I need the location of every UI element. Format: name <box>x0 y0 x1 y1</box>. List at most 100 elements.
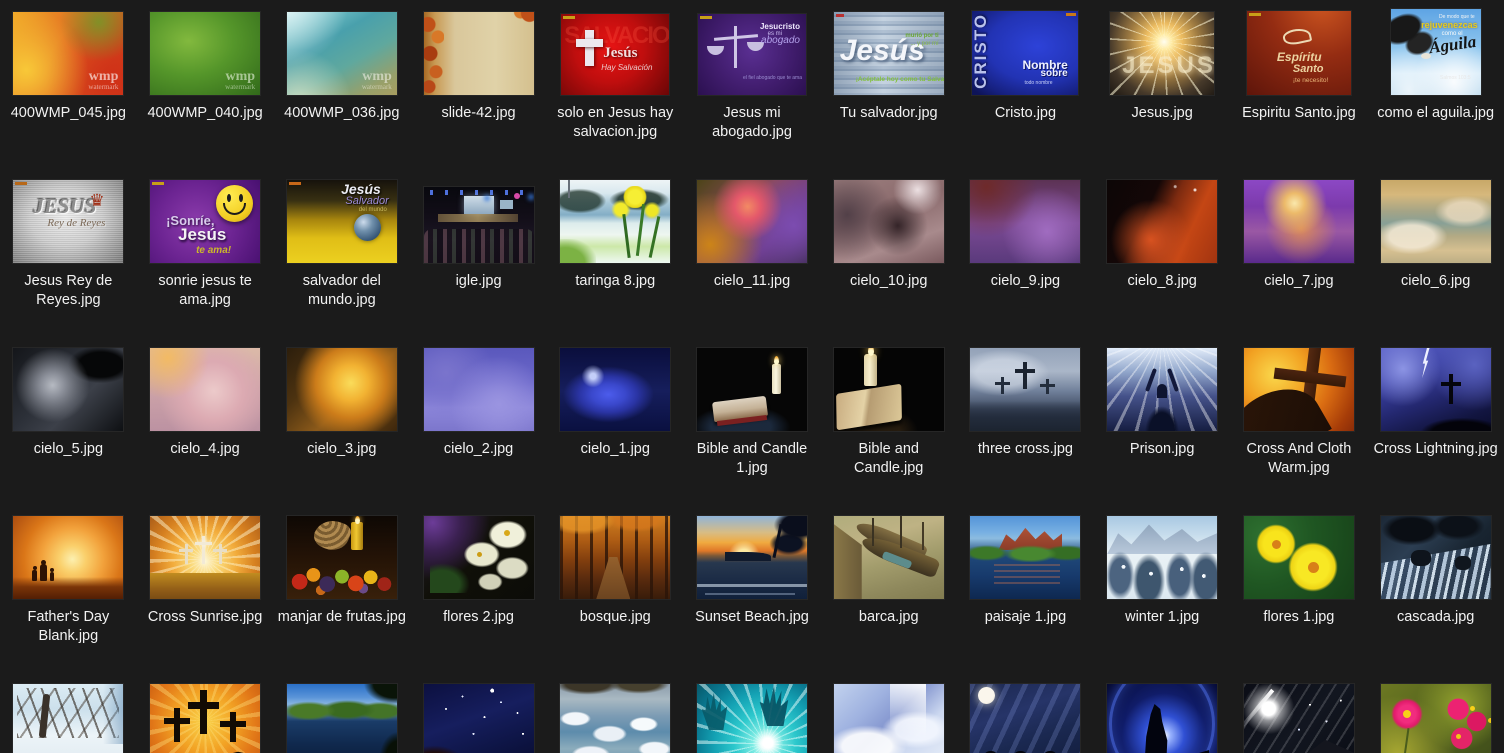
file-item[interactable]: cielo_2.jpg <box>410 336 547 504</box>
file-name[interactable]: Tu salvador.jpg <box>840 104 938 123</box>
file-item[interactable]: Father's Day Blank.jpg <box>0 504 137 672</box>
file-item[interactable] <box>957 672 1094 753</box>
file-name[interactable]: Jesus.jpg <box>1132 104 1193 123</box>
file-item[interactable]: wmpwatermark 400WMP_040.jpg <box>137 0 274 168</box>
file-item[interactable] <box>273 672 410 753</box>
file-thumbnail[interactable] <box>970 348 1080 431</box>
file-name[interactable]: cielo_4.jpg <box>170 440 239 459</box>
file-name[interactable]: Cross And Cloth Warm.jpg <box>1233 440 1365 478</box>
file-name[interactable]: cielo_9.jpg <box>991 272 1060 291</box>
file-item[interactable] <box>1367 672 1504 753</box>
file-name[interactable]: cascada.jpg <box>1397 608 1474 627</box>
file-thumbnail[interactable] <box>150 348 260 431</box>
file-thumbnail[interactable] <box>424 348 534 431</box>
file-item[interactable]: CRISTONombresobretodo nombre Cristo.jpg <box>957 0 1094 168</box>
file-name[interactable]: Father's Day Blank.jpg <box>2 608 134 646</box>
file-name[interactable]: manjar de frutas.jpg <box>278 608 406 627</box>
file-item[interactable]: Bible and Candle.jpg <box>820 336 957 504</box>
file-item[interactable]: flores 1.jpg <box>1231 504 1368 672</box>
file-name[interactable]: taringa 8.jpg <box>575 272 655 291</box>
file-item[interactable]: cascada.jpg <box>1367 504 1504 672</box>
file-thumbnail[interactable] <box>970 180 1080 263</box>
file-thumbnail[interactable] <box>424 187 534 263</box>
file-thumbnail[interactable]: JESUS <box>1110 12 1214 95</box>
file-thumbnail[interactable]: wmpwatermark <box>150 12 260 95</box>
file-thumbnail[interactable] <box>150 516 260 599</box>
file-name[interactable]: cielo_7.jpg <box>1264 272 1333 291</box>
file-item[interactable]: cielo_9.jpg <box>957 168 1094 336</box>
file-item[interactable]: JesúsSalvadordel mundo salvador del mund… <box>273 168 410 336</box>
file-thumbnail[interactable] <box>970 516 1080 599</box>
file-name[interactable]: barca.jpg <box>859 608 919 627</box>
file-item[interactable]: bosque.jpg <box>547 504 684 672</box>
file-name[interactable]: salvador del mundo.jpg <box>276 272 408 310</box>
file-name[interactable]: flores 1.jpg <box>1263 608 1334 627</box>
file-thumbnail[interactable] <box>1244 516 1354 599</box>
file-name[interactable]: 400WMP_045.jpg <box>11 104 126 123</box>
file-item[interactable]: EspírituSanto¡te necesito! Espiritu Sant… <box>1231 0 1368 168</box>
file-item[interactable]: cielo_4.jpg <box>137 336 274 504</box>
file-name[interactable]: cielo_5.jpg <box>34 440 103 459</box>
file-item[interactable]: paisaje 1.jpg <box>957 504 1094 672</box>
file-name[interactable]: igle.jpg <box>456 272 502 291</box>
file-thumbnail[interactable]: SALVACIONJesúsHay Salvación <box>561 14 669 95</box>
file-item[interactable]: three cross.jpg <box>957 336 1094 504</box>
file-thumbnail[interactable] <box>1244 180 1354 263</box>
file-name[interactable]: 400WMP_040.jpg <box>147 104 262 123</box>
file-thumbnail[interactable] <box>970 684 1080 753</box>
file-item[interactable]: igle.jpg <box>410 168 547 336</box>
file-thumbnail[interactable] <box>1107 180 1217 263</box>
file-item[interactable]: cielo_11.jpg <box>684 168 821 336</box>
file-thumbnail[interactable] <box>1107 516 1217 599</box>
file-name[interactable]: Espiritu Santo.jpg <box>1242 104 1356 123</box>
file-item[interactable]: cielo_3.jpg <box>273 336 410 504</box>
file-item[interactable]: JESUS♛Rey de Reyes Jesus Rey de Reyes.jp… <box>0 168 137 336</box>
file-thumbnail[interactable]: ¡Sonríe,Jesúste ama! <box>150 180 260 263</box>
file-thumbnail[interactable]: EspírituSanto¡te necesito! <box>1247 11 1351 95</box>
file-thumbnail[interactable] <box>1381 684 1491 753</box>
file-item[interactable]: flores 2.jpg <box>410 504 547 672</box>
file-item[interactable] <box>410 672 547 753</box>
file-thumbnail[interactable] <box>1107 684 1217 753</box>
file-name[interactable]: solo en Jesus hay salvacion.jpg <box>549 104 681 142</box>
file-thumbnail[interactable] <box>697 180 807 263</box>
file-name[interactable]: cielo_11.jpg <box>714 272 790 291</box>
file-thumbnail[interactable] <box>697 684 807 753</box>
file-name[interactable]: winter 1.jpg <box>1125 608 1199 627</box>
file-item[interactable]: Cross Sunrise.jpg <box>137 504 274 672</box>
file-thumbnail[interactable] <box>834 516 944 599</box>
file-thumbnail[interactable] <box>1107 348 1217 431</box>
file-name[interactable]: Prison.jpg <box>1130 440 1194 459</box>
file-item[interactable] <box>820 672 957 753</box>
file-thumbnail[interactable] <box>560 348 670 431</box>
file-thumbnail[interactable] <box>150 684 260 753</box>
file-item[interactable]: cielo_5.jpg <box>0 336 137 504</box>
file-thumbnail[interactable]: CRISTONombresobretodo nombre <box>972 11 1078 95</box>
file-item[interactable]: Sunset Beach.jpg <box>684 504 821 672</box>
file-name[interactable]: bosque.jpg <box>580 608 651 627</box>
file-item[interactable] <box>1094 672 1231 753</box>
file-thumbnail[interactable]: JESUS♛Rey de Reyes <box>13 180 123 263</box>
file-item[interactable]: Cross And Cloth Warm.jpg <box>1231 336 1368 504</box>
file-name[interactable]: Bible and Candle.jpg <box>823 440 955 478</box>
file-item[interactable]: Prison.jpg <box>1094 336 1231 504</box>
file-item[interactable]: wmpwatermark 400WMP_045.jpg <box>0 0 137 168</box>
file-thumbnail[interactable] <box>1381 516 1491 599</box>
file-thumbnail[interactable] <box>1381 348 1491 431</box>
file-thumbnail[interactable]: De modo que terejuvenezcascomo elÁguilaS… <box>1391 9 1481 95</box>
file-thumbnail[interactable] <box>287 516 397 599</box>
file-item[interactable]: manjar de frutas.jpg <box>273 504 410 672</box>
file-item[interactable]: Jesucristoes miabogadoel fiel abogado qu… <box>684 0 821 168</box>
file-name[interactable]: flores 2.jpg <box>443 608 514 627</box>
file-item[interactable]: Bible and Candle 1.jpg <box>684 336 821 504</box>
file-name[interactable]: sonrie jesus te ama.jpg <box>139 272 271 310</box>
file-thumbnail[interactable] <box>1244 348 1354 431</box>
file-thumbnail[interactable] <box>834 180 944 263</box>
file-name[interactable]: Cristo.jpg <box>995 104 1056 123</box>
file-name[interactable]: three cross.jpg <box>978 440 1073 459</box>
file-name[interactable]: cielo_3.jpg <box>307 440 376 459</box>
file-thumbnail[interactable] <box>560 684 670 753</box>
file-thumbnail[interactable] <box>424 684 534 753</box>
file-name[interactable]: Cross Lightning.jpg <box>1374 440 1498 459</box>
file-name[interactable]: cielo_8.jpg <box>1128 272 1197 291</box>
